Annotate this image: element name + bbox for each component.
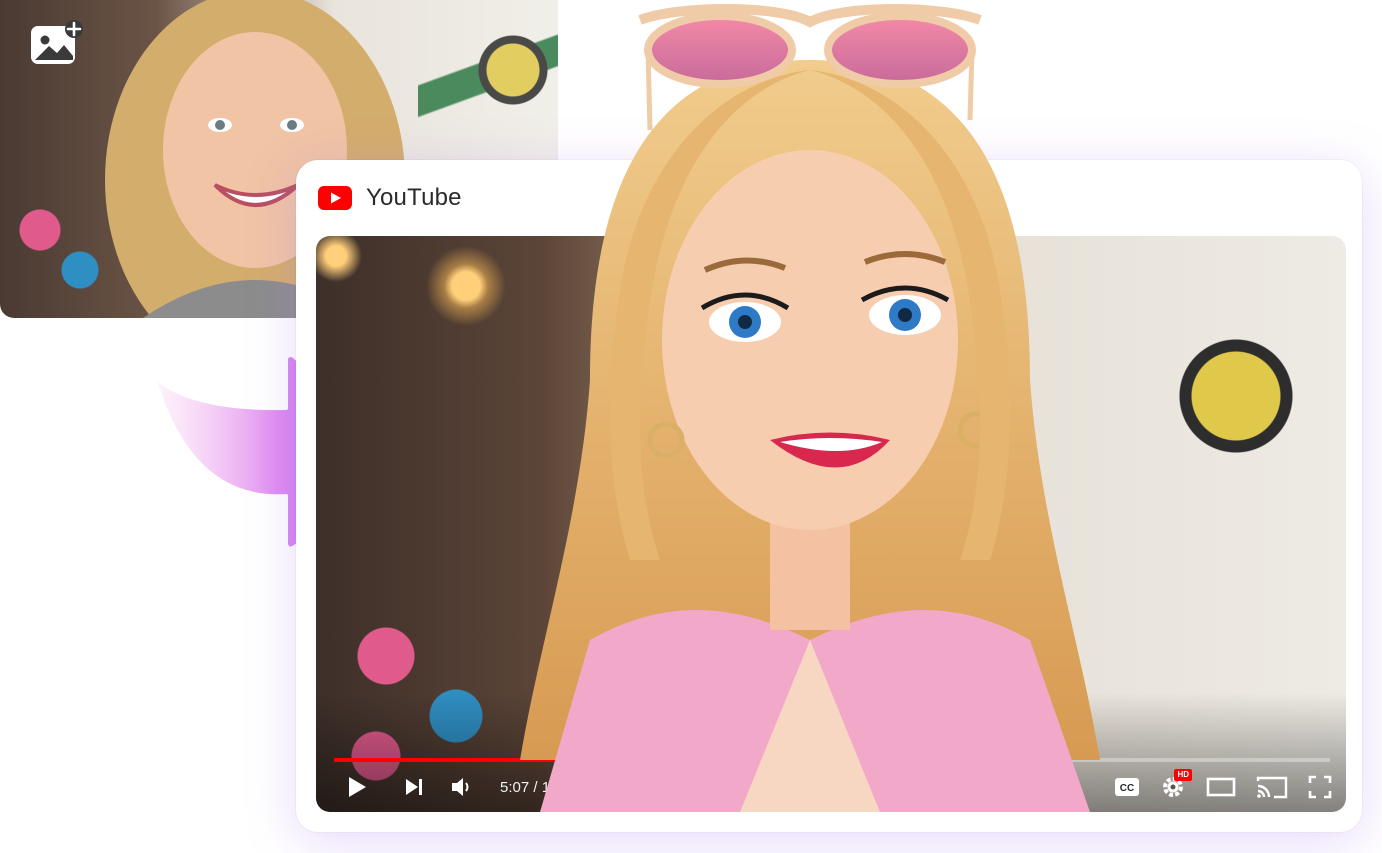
volume-button[interactable]: [450, 769, 474, 805]
captions-icon: CC: [1115, 778, 1139, 796]
image-add-icon: [31, 20, 83, 64]
theater-mode-button[interactable]: [1206, 769, 1236, 805]
theater-mode-icon: [1206, 777, 1236, 797]
next-button[interactable]: [404, 769, 424, 805]
cast-icon: [1256, 776, 1288, 799]
video-player-card: YouTube 5:07 / 15:28 CC HD: [296, 160, 1362, 832]
time-display: 5:07 / 15:28: [500, 778, 580, 796]
hd-badge: HD: [1174, 769, 1192, 781]
fullscreen-icon: [1308, 775, 1332, 799]
captions-button[interactable]: CC: [1114, 769, 1140, 805]
fullscreen-button[interactable]: [1308, 769, 1332, 805]
add-image-button[interactable]: [28, 18, 84, 66]
player-header: YouTube: [318, 184, 462, 212]
play-button[interactable]: [346, 769, 368, 805]
brand-label: YouTube: [366, 184, 462, 211]
play-icon: [349, 777, 366, 797]
video-frame[interactable]: 5:07 / 15:28 CC HD: [316, 236, 1346, 812]
settings-button[interactable]: HD: [1160, 769, 1192, 805]
player-controls: 5:07 / 15:28 CC HD: [316, 762, 1346, 812]
svg-text:CC: CC: [1120, 783, 1134, 794]
youtube-logo-icon: [318, 186, 352, 210]
volume-icon: [452, 778, 469, 796]
next-icon: [406, 779, 422, 795]
cast-button[interactable]: [1256, 769, 1288, 805]
